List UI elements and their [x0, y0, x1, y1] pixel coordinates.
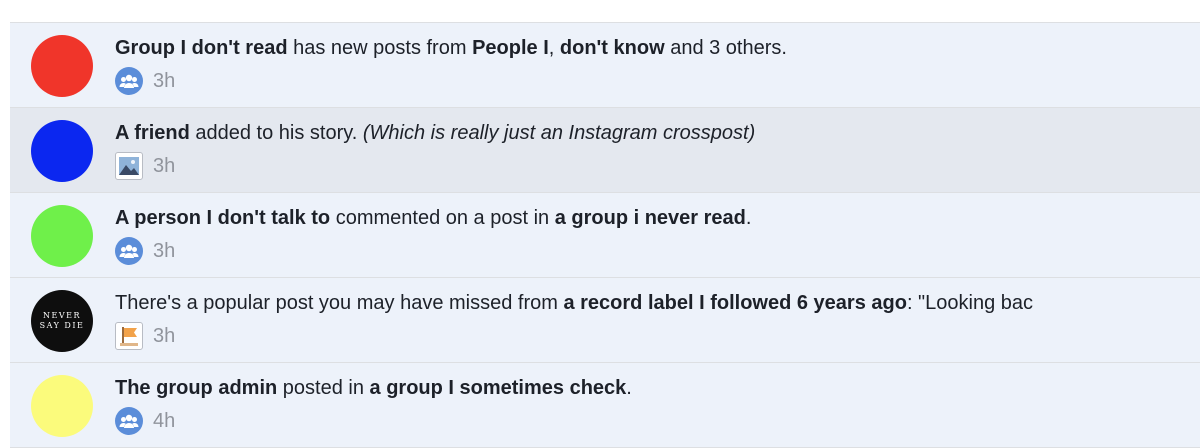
flag-icon — [115, 322, 143, 350]
avatar[interactable] — [31, 375, 93, 437]
notification-meta: 4h — [115, 407, 175, 435]
notification-text: There's a popular post you may have miss… — [115, 292, 1034, 314]
notification-item[interactable]: A friend added to his story. (Which is r… — [10, 108, 1200, 193]
notification-text: A person I don't talk to commented on a … — [115, 207, 752, 229]
notification-item[interactable]: NEVER SAY DIE There's a popular post you… — [10, 278, 1200, 363]
notification-meta: 3h — [115, 152, 175, 180]
timestamp: 4h — [153, 409, 176, 432]
notification-meta: 3h — [115, 322, 175, 350]
group-icon — [115, 237, 143, 265]
group-icon — [115, 67, 143, 95]
group-icon — [115, 407, 143, 435]
logo-text-line: NEVER — [43, 311, 81, 320]
avatar[interactable] — [31, 205, 93, 267]
notification-item[interactable]: The group admin posted in a group I some… — [10, 363, 1200, 448]
avatar[interactable]: NEVER SAY DIE — [31, 290, 93, 352]
avatar[interactable] — [31, 120, 93, 182]
notification-text: A friend added to his story. (Which is r… — [115, 122, 756, 144]
notification-meta: 3h — [115, 237, 175, 265]
notification-list: Group I don't read has new posts from Pe… — [10, 22, 1200, 448]
avatar[interactable] — [31, 35, 93, 97]
timestamp: 3h — [153, 69, 176, 92]
timestamp: 3h — [153, 239, 176, 262]
notification-item[interactable]: Group I don't read has new posts from Pe… — [10, 23, 1200, 108]
timestamp: 3h — [153, 324, 176, 347]
notification-text: The group admin posted in a group I some… — [115, 377, 632, 399]
notification-item[interactable]: A person I don't talk to commented on a … — [10, 193, 1200, 278]
logo-text-line: SAY DIE — [39, 321, 85, 330]
timestamp: 3h — [153, 154, 176, 177]
notification-meta: 3h — [115, 67, 175, 95]
photo-icon — [115, 152, 143, 180]
notification-text: Group I don't read has new posts from Pe… — [115, 37, 787, 59]
